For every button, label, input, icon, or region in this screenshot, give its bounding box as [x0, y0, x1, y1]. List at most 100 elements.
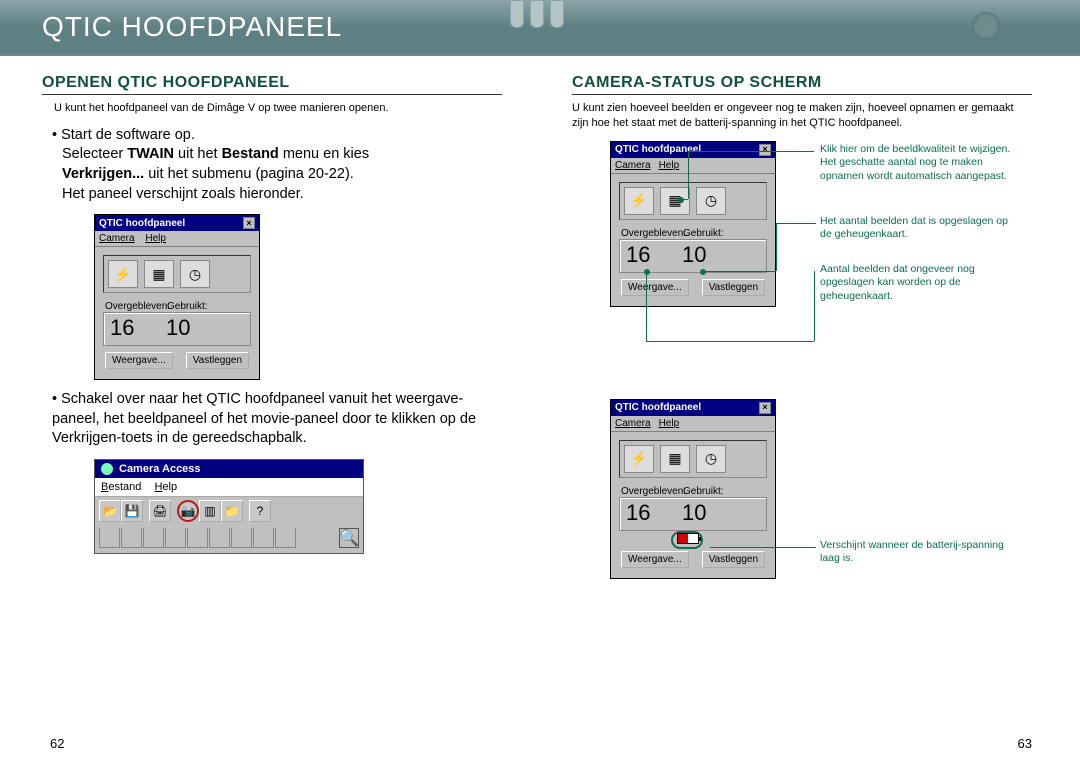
verkrijgen-label: Verkrijgen... — [62, 166, 144, 182]
page-title: QTIC HOOFDPANEEL — [42, 11, 342, 43]
timer-icon[interactable]: ◷ — [696, 187, 726, 215]
line-verkrijgen: Verkrijgen... uit het submenu (pagina 20… — [52, 165, 502, 185]
battery-low-icon — [671, 531, 703, 549]
print-icon[interactable]: 🖨 — [149, 500, 171, 522]
menu-help-camacc[interactable]: Help — [154, 481, 177, 493]
close-icon[interactable]: × — [759, 402, 771, 414]
album-icon[interactable]: ▥ — [199, 500, 221, 522]
camera-access-title: Camera Access — [119, 463, 201, 475]
value-overgebleven: 16 — [110, 315, 166, 341]
open-icon[interactable]: 📂 — [99, 500, 121, 522]
right-section-title: CAMERA-STATUS OP SCHERM — [572, 74, 1032, 95]
bestand-label: Bestand — [222, 146, 279, 162]
menu-bestand[interactable]: Bestand — [101, 481, 141, 493]
vastleggen-button[interactable]: Vastleggen — [702, 279, 765, 296]
tab-slot[interactable] — [253, 528, 274, 548]
annotated-panel-2: QTIC hoofdpaneel × Camera Help ⚡ ▦ ◷ Overg… — [610, 399, 1032, 609]
label-gebruikt: Gebruikt: — [167, 301, 208, 312]
quality-icon[interactable]: ▦ — [144, 260, 174, 288]
value-gebruikt: 10 — [682, 500, 706, 526]
left-section-title: OPENEN QTIC HOOFDPANEEL — [42, 74, 502, 95]
line-select-twain: Selecteer TWAIN uit het Bestand menu en … — [52, 145, 502, 165]
tab-slot[interactable] — [275, 528, 296, 548]
menu-camera[interactable]: Camera — [615, 160, 651, 171]
left-body-2: • Schakel over naar het QTIC hoofdpaneel… — [42, 390, 502, 449]
tab-slot[interactable] — [165, 528, 186, 548]
callout-line — [710, 547, 816, 548]
vastleggen-button[interactable]: Vastleggen — [186, 352, 249, 369]
save-icon[interactable]: 💾 — [121, 500, 143, 522]
menu-help[interactable]: Help — [145, 233, 166, 244]
menu-help[interactable]: Help — [659, 160, 680, 171]
callout-line — [704, 271, 776, 272]
timer-icon[interactable]: ◷ — [180, 260, 210, 288]
quality-icon[interactable]: ▦ — [660, 445, 690, 473]
callout-line — [682, 199, 688, 200]
right-column: CAMERA-STATUS OP SCHERM U kunt zien hoev… — [572, 74, 1032, 637]
weergave-button[interactable]: Weergave... — [621, 279, 689, 296]
qtic-title: QTIC hoofdpaneel — [615, 402, 701, 413]
camera-access-toolbar: 📂 💾 🖨 📷 ▥ 📁 ? — [95, 496, 363, 525]
qtic-panel-screenshot-1: QTIC hoofdpaneel × Camera Help ⚡ ▦ ◷ Ove… — [94, 214, 502, 380]
header-circle-decor — [972, 12, 1000, 40]
menu-camera[interactable]: Camera — [99, 233, 135, 244]
annotation-battery: Verschijnt wanneer de batterij-spanning … — [820, 539, 1020, 566]
header-tabs-decor — [510, 0, 564, 28]
callout-line — [814, 271, 815, 341]
menu-help[interactable]: Help — [659, 418, 680, 429]
zoom-icon[interactable]: 🔍 — [339, 528, 359, 548]
vastleggen-button[interactable]: Vastleggen — [702, 551, 765, 568]
flash-icon[interactable]: ⚡ — [108, 260, 138, 288]
callout-line — [646, 271, 647, 341]
callout-line — [688, 151, 814, 152]
close-icon[interactable]: × — [759, 144, 771, 156]
qtic-title: QTIC hoofdpaneel — [99, 218, 185, 229]
label-gebruikt: Gebruikt: — [683, 228, 724, 239]
flash-icon[interactable]: ⚡ — [624, 187, 654, 215]
tab-slot[interactable] — [143, 528, 164, 548]
page-number-right: 63 — [1018, 736, 1032, 751]
flash-icon[interactable]: ⚡ — [624, 445, 654, 473]
quality-icon[interactable]: ▦ — [660, 187, 690, 215]
annotation-quality: Klik hier om de beeldkwaliteit te wijzig… — [820, 143, 1020, 184]
tab-slot[interactable] — [121, 528, 142, 548]
right-intro: U kunt zien hoeveel beelden er ongeveer … — [572, 101, 1032, 131]
tab-slot[interactable] — [99, 528, 120, 548]
top-header: QTIC HOOFDPANEEL — [0, 0, 1080, 56]
menu-camera[interactable]: Camera — [615, 418, 651, 429]
timer-icon[interactable]: ◷ — [696, 445, 726, 473]
page-number-left: 62 — [50, 736, 64, 751]
callout-dot — [644, 269, 650, 275]
callout-line — [646, 341, 814, 342]
help-icon[interactable]: ? — [249, 500, 271, 522]
tab-slot[interactable] — [209, 528, 230, 548]
weergave-button[interactable]: Weergave... — [621, 551, 689, 568]
label-gebruikt: Gebruikt: — [683, 486, 724, 497]
folder-icon[interactable]: 📁 — [221, 500, 243, 522]
line-panel-appears: Het paneel verschijnt zoals hieronder. — [52, 185, 502, 205]
weergave-button[interactable]: Weergave... — [105, 352, 173, 369]
camera-access-screenshot: Camera Access Bestand Help 📂 💾 🖨 📷 ▥ 📁 ? — [94, 459, 364, 554]
qtic-icon-row: ⚡ ▦ ◷ — [103, 255, 251, 293]
tab-slot[interactable] — [187, 528, 208, 548]
annotation-stored: Het aantal beelden dat is opgeslagen op … — [820, 215, 1020, 242]
callout-dot — [678, 197, 684, 203]
annotation-remaining: Aantal beelden dat ongeveer nog opgeslag… — [820, 263, 1020, 304]
camera-access-menubar[interactable]: Bestand Help — [95, 478, 363, 496]
callout-line — [688, 151, 689, 199]
qtic-titlebar: QTIC hoofdpaneel × — [95, 215, 259, 231]
close-icon[interactable]: × — [243, 217, 255, 229]
camera-access-tabs: 🔍 — [95, 525, 363, 553]
value-gebruikt: 10 — [682, 242, 706, 268]
label-overgebleven: Overgebleven: — [621, 228, 683, 239]
tab-slot[interactable] — [231, 528, 252, 548]
value-overgebleven: 16 — [626, 242, 682, 268]
qtic-menubar[interactable]: Camera Help — [95, 231, 259, 247]
left-intro: U kunt het hoofdpaneel van de Dimâge V o… — [42, 101, 502, 116]
camera-access-logo-icon — [101, 463, 113, 475]
value-gebruikt: 10 — [166, 315, 190, 341]
label-overgebleven: Overgebleven: — [621, 486, 683, 497]
acquire-icon[interactable]: 📷 — [177, 500, 199, 522]
callout-line — [776, 223, 777, 271]
callout-dot — [700, 269, 706, 275]
